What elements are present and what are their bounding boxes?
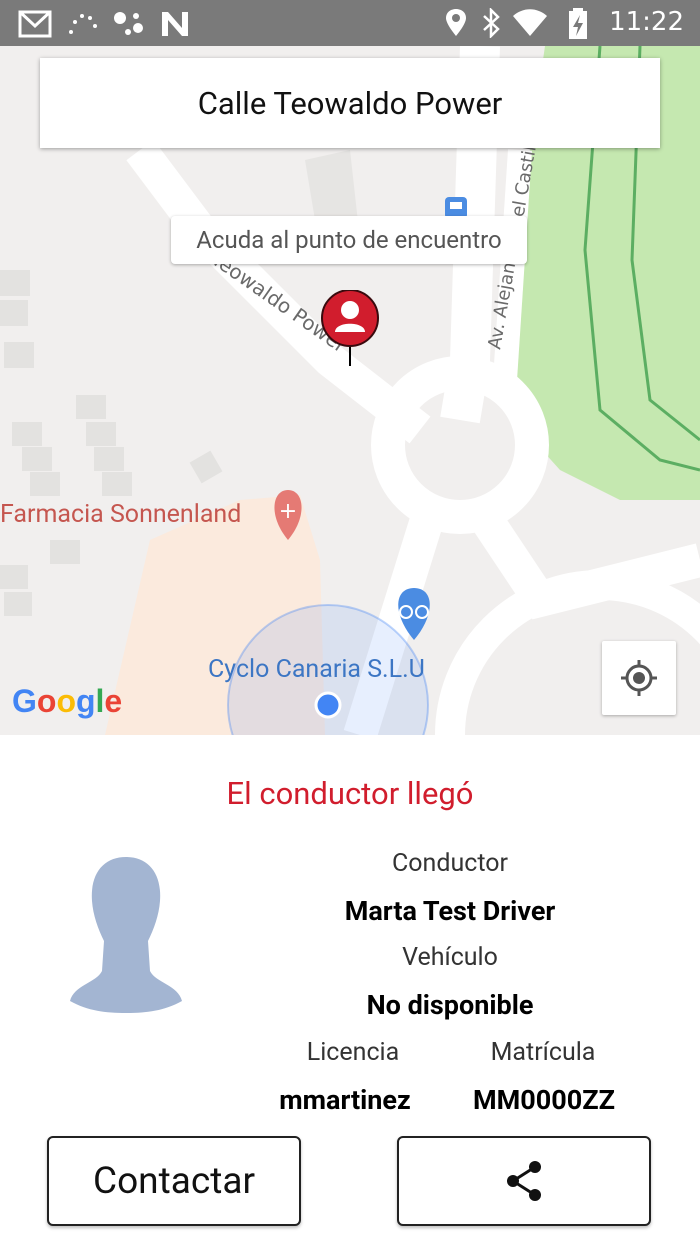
address-card[interactable]: Calle Teowaldo Power — [40, 58, 660, 148]
contact-button[interactable]: Contactar — [47, 1136, 301, 1226]
google-logo-letter: g — [75, 683, 96, 719]
my-location-button[interactable] — [602, 641, 676, 715]
google-logo: Google — [12, 683, 122, 720]
google-logo-letter: G — [12, 683, 37, 719]
meeting-point-label: Acuda al punto de encuentro — [171, 216, 527, 264]
meeting-point-text: Acuda al punto de encuentro — [196, 226, 502, 254]
wifi-icon — [513, 9, 547, 36]
google-logo-letter: o — [36, 683, 57, 719]
share-icon — [507, 1161, 541, 1201]
assistant-icon — [114, 12, 143, 35]
driver-avatar — [70, 857, 182, 1013]
license-label: Licencia — [306, 1038, 400, 1067]
plate-value: MM0000ZZ — [472, 1084, 615, 1116]
location-icon — [446, 9, 466, 36]
bike-shop-label[interactable]: Cyclo Canaria S.L.U — [208, 655, 425, 684]
address-text: Calle Teowaldo Power — [197, 84, 503, 122]
loading-dots-icon — [69, 14, 97, 34]
contact-button-label: Contactar — [93, 1159, 255, 1203]
status-bar: 11:22 — [0, 0, 700, 46]
google-logo-letter: o — [56, 683, 76, 719]
pharmacy-label[interactable]: Farmacia Sonnenland — [0, 500, 241, 529]
share-button[interactable] — [397, 1136, 651, 1226]
map-view[interactable]: + Teowaldo Power Av. Alejandro del Casti… — [0, 0, 700, 735]
plate-label: Matrícula — [490, 1038, 596, 1067]
license-value: mmartinez — [279, 1084, 411, 1116]
vehicle-value: No disponible — [366, 989, 534, 1021]
svg-text:+: + — [279, 499, 297, 524]
driver-arrived-title: El conductor llegó — [226, 775, 474, 812]
pickup-pin-icon[interactable] — [320, 290, 380, 370]
driver-name: Marta Test Driver — [344, 895, 556, 927]
status-time: 11:22 — [609, 7, 684, 37]
battery-charging-icon — [569, 8, 587, 39]
crosshair-icon — [621, 660, 657, 696]
bluetooth-icon — [483, 8, 500, 38]
vehicle-label: Vehículo — [402, 943, 498, 972]
driver-panel: El conductor llegó Conductor Marta Test … — [0, 735, 700, 1244]
google-logo-letter: e — [104, 683, 123, 719]
gmail-icon — [18, 10, 52, 38]
driver-label: Conductor — [392, 849, 508, 878]
n-app-icon — [162, 12, 188, 36]
